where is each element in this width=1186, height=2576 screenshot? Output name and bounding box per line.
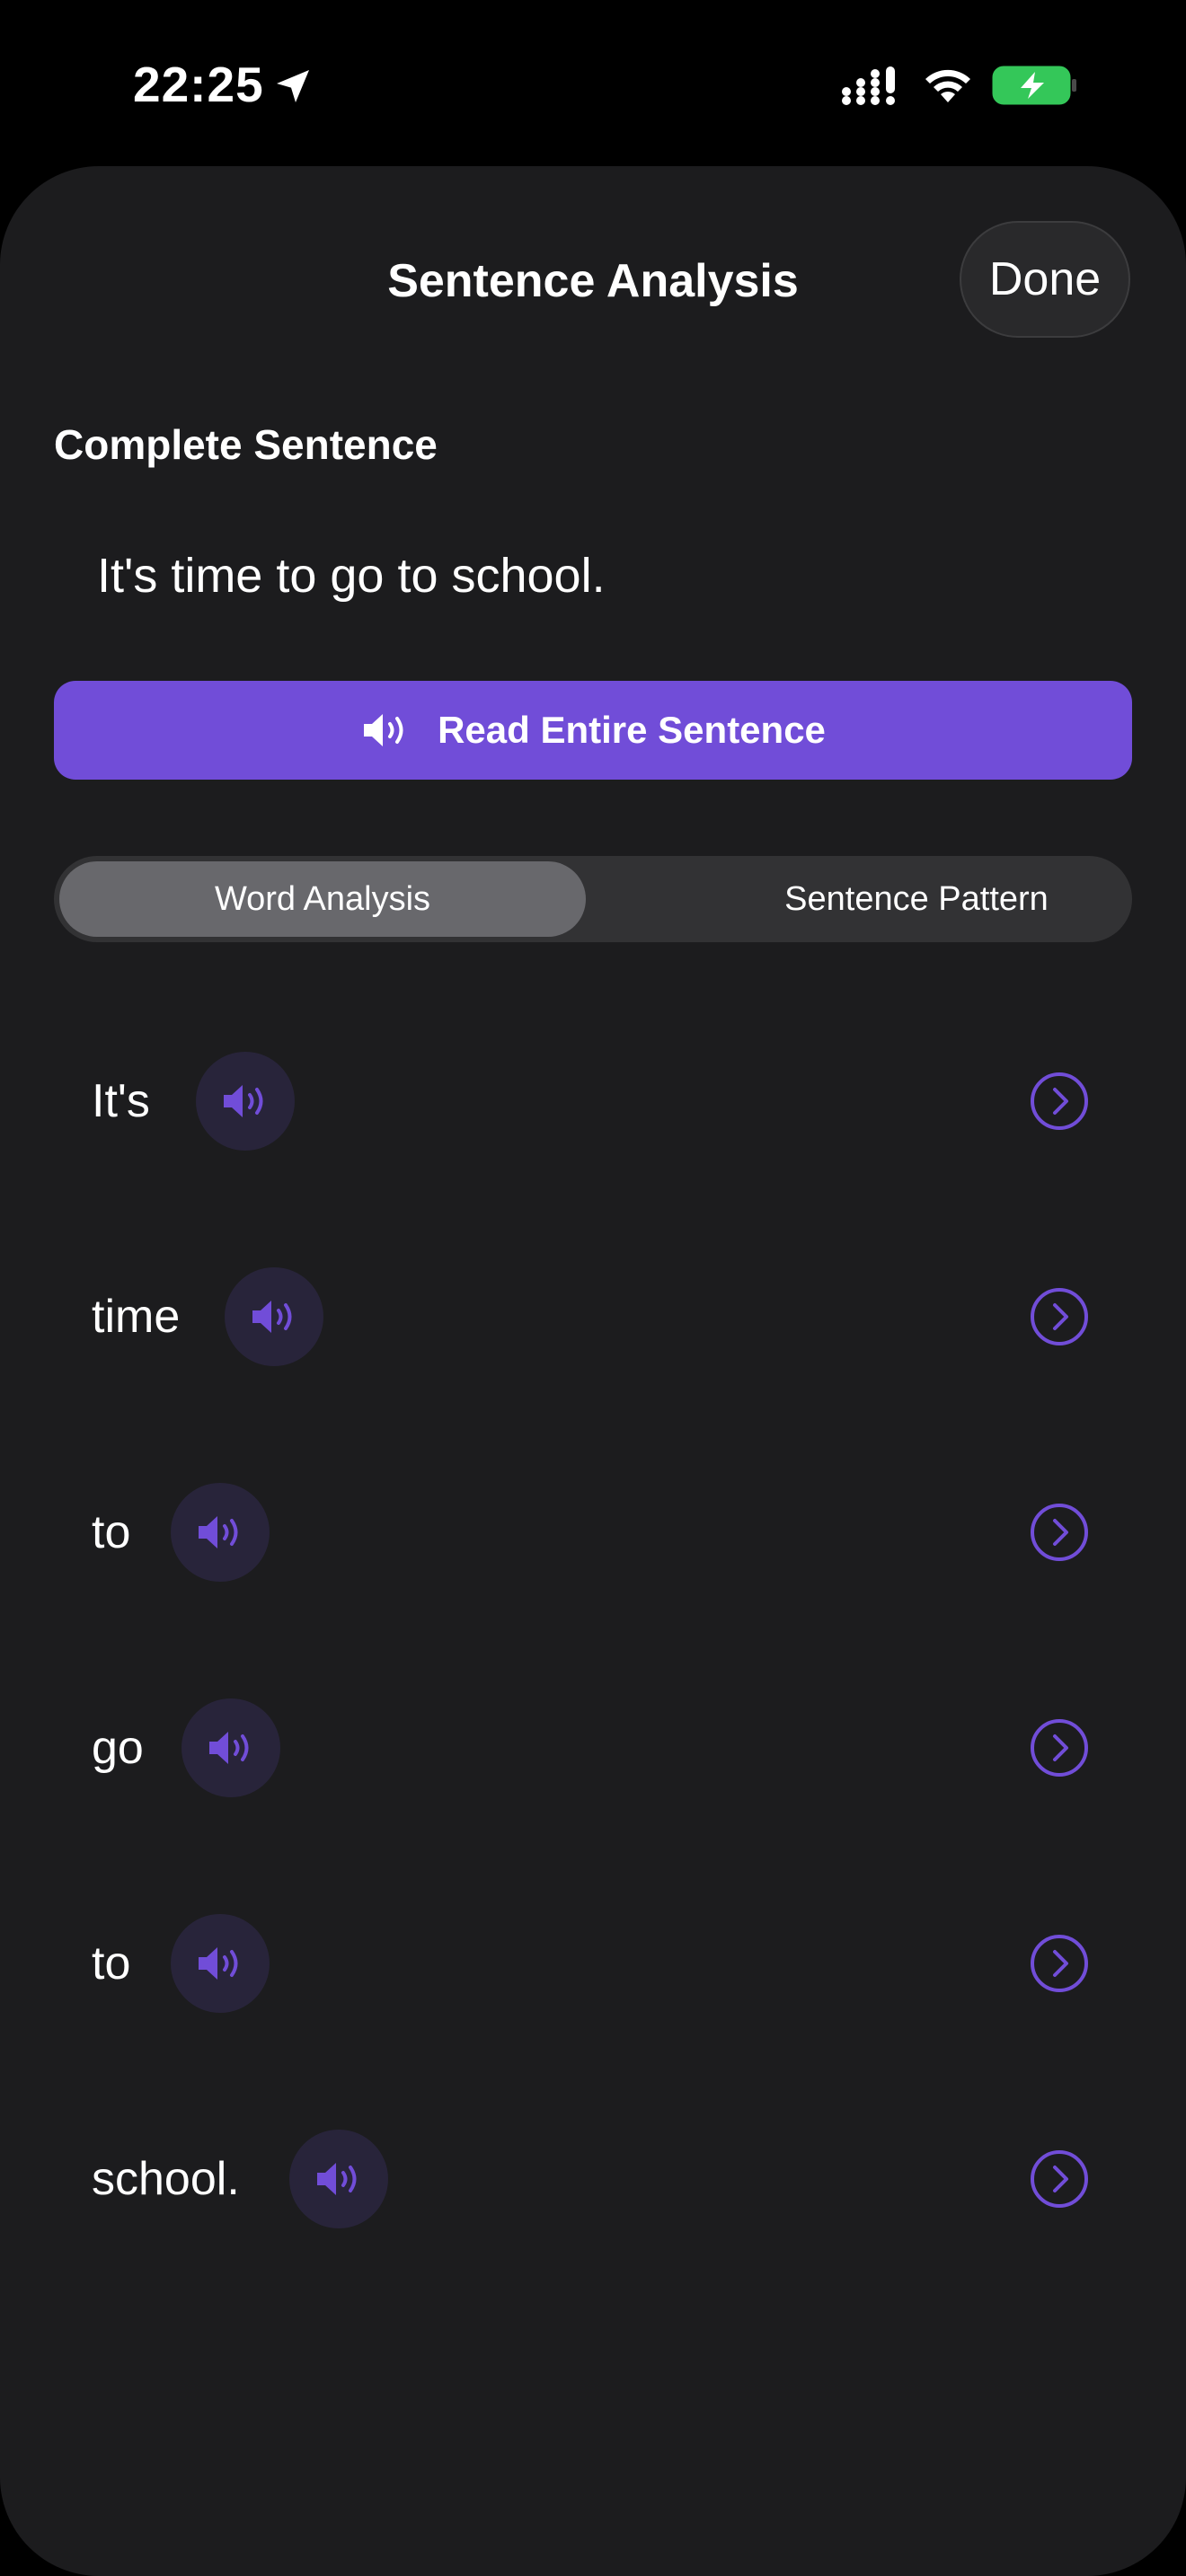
word-text: go xyxy=(92,1722,144,1774)
speaker-icon xyxy=(364,714,403,746)
word-speak-button[interactable] xyxy=(181,1698,280,1797)
wifi-icon xyxy=(925,69,970,102)
status-bar: 22:25 xyxy=(0,0,1186,166)
chevron-right-circle-icon[interactable] xyxy=(1030,1287,1089,1346)
location-arrow-icon xyxy=(277,70,309,102)
speaker-icon xyxy=(317,2163,357,2195)
tab-sentence-pattern[interactable]: Sentence Pattern xyxy=(647,861,1186,937)
word-text: to xyxy=(92,1506,131,1558)
complete-sentence-heading: Complete Sentence xyxy=(54,421,438,468)
speaker-icon xyxy=(199,1516,238,1548)
word-text: to xyxy=(92,1937,131,1989)
speaker-icon xyxy=(199,1947,238,1980)
word-text: It's xyxy=(92,1075,150,1127)
speaker-icon xyxy=(224,1085,263,1117)
word-text: time xyxy=(92,1291,181,1343)
word-speak-button[interactable] xyxy=(171,1483,270,1582)
speaker-icon xyxy=(209,1732,249,1764)
analysis-segmented-control: Word Analysis Sentence Pattern xyxy=(54,856,1132,942)
word-speak-button[interactable] xyxy=(171,1914,270,2013)
done-button[interactable]: Done xyxy=(960,221,1130,338)
word-row[interactable]: go xyxy=(54,1694,1132,1802)
speaker-icon xyxy=(252,1301,292,1333)
word-row[interactable]: It's xyxy=(54,1047,1132,1155)
read-entire-sentence-button[interactable]: Read Entire Sentence xyxy=(54,681,1132,780)
word-speak-button[interactable] xyxy=(196,1052,295,1151)
chevron-right-circle-icon[interactable] xyxy=(1030,1503,1089,1562)
word-row[interactable]: time xyxy=(54,1263,1132,1371)
sentence-text: It's time to go to school. xyxy=(97,549,606,603)
status-time: 22:25 xyxy=(133,57,264,112)
word-text: school. xyxy=(92,2153,240,2205)
word-row[interactable]: school. xyxy=(54,2125,1132,2233)
chevron-right-circle-icon[interactable] xyxy=(1030,1718,1089,1778)
word-speak-button[interactable] xyxy=(289,2130,388,2228)
word-speak-button[interactable] xyxy=(225,1267,323,1366)
word-row[interactable]: to xyxy=(54,1910,1132,2017)
tab-word-analysis[interactable]: Word Analysis xyxy=(59,861,586,937)
chevron-right-circle-icon[interactable] xyxy=(1030,2149,1089,2209)
chevron-right-circle-icon[interactable] xyxy=(1030,1934,1089,1993)
cellular-signal-icon xyxy=(842,66,895,105)
read-button-label: Read Entire Sentence xyxy=(438,709,826,751)
chevron-right-circle-icon[interactable] xyxy=(1030,1072,1089,1131)
word-row[interactable]: to xyxy=(54,1478,1132,1586)
battery-charging-icon xyxy=(992,66,1076,105)
